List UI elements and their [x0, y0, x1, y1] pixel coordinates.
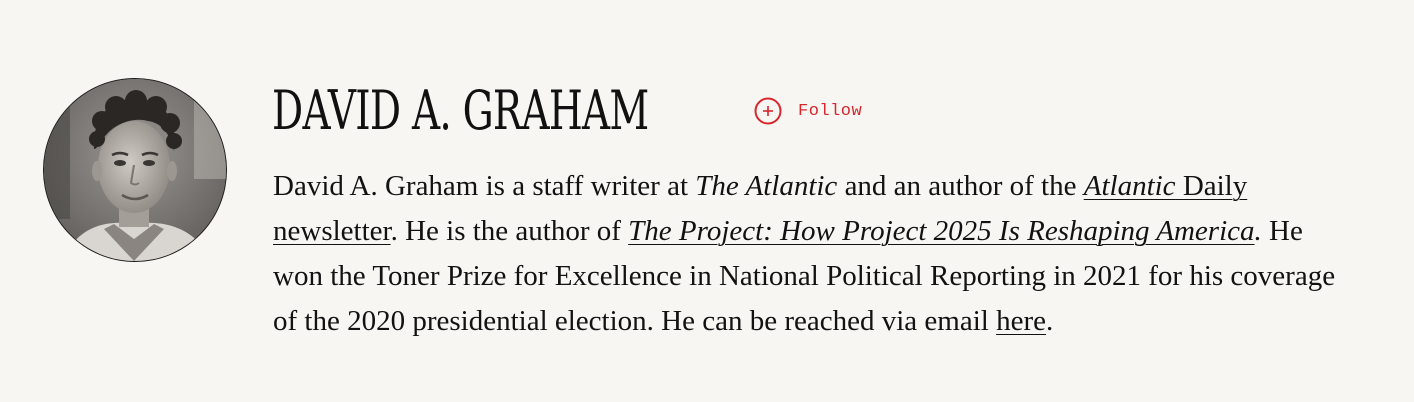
- follow-button[interactable]: Follow: [754, 96, 862, 126]
- publication-name: The Atlantic: [695, 170, 838, 202]
- bio-text: . He is the author of: [390, 215, 629, 247]
- book-title-period: .: [1254, 215, 1262, 247]
- author-avatar[interactable]: [44, 79, 226, 261]
- author-name: DAVID A. GRAHAM: [272, 79, 649, 142]
- author-photo: [44, 79, 226, 261]
- book-link[interactable]: The Project: How Project 2025 Is Reshapi…: [628, 215, 1254, 247]
- bio-text: and an author of the: [837, 170, 1084, 202]
- book-title: The Project: How Project 2025 Is Reshapi…: [628, 215, 1255, 247]
- author-card: DAVID A. GRAHAM Follow David A. Graham i…: [0, 0, 1414, 402]
- author-bio: David A. Graham is a staff writer at The…: [273, 164, 1353, 344]
- plus-circle-icon: [754, 97, 782, 125]
- bio-text: David A. Graham is a staff writer at: [273, 170, 696, 202]
- follow-label: Follow: [798, 101, 863, 121]
- email-link[interactable]: here: [996, 305, 1046, 337]
- newsletter-link-italic: Atlantic: [1083, 170, 1176, 202]
- bio-text: .: [1045, 305, 1054, 337]
